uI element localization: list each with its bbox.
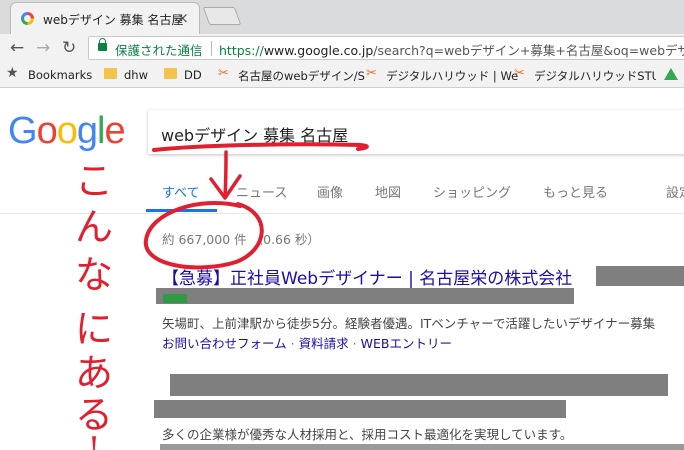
browser-tab[interactable]: webデザイン 募集 名古屋 × — [10, 2, 200, 34]
close-tab-icon[interactable]: × — [176, 9, 189, 27]
url-text[interactable]: https://www.google.co.jp/search?q=webデザイ… — [219, 40, 684, 59]
google-drive-icon[interactable] — [664, 68, 678, 80]
browser-window: webデザイン 募集 名古屋 × ← → ↻ 保護された通信 https://w… — [0, 0, 684, 450]
google-logo[interactable]: Google — [8, 110, 126, 153]
logo-letter: e — [104, 110, 125, 152]
redaction-block — [160, 444, 684, 450]
star-icon: ★ — [6, 65, 19, 81]
back-arrow-icon[interactable]: ← — [10, 38, 24, 58]
bookmarks-bar: ★ Bookmarks dhw DD ✂ 名古屋のwebデザイン/S ✂ デジタ… — [0, 62, 684, 88]
redaction-block — [170, 374, 668, 396]
url-host: www.google.co.jp — [263, 43, 374, 58]
tab-maps[interactable]: 地図 — [375, 182, 401, 201]
redaction-block — [154, 400, 566, 418]
tab-strip: webデザイン 募集 名古屋 × — [0, 0, 684, 34]
logo-letter: g — [76, 110, 98, 152]
logo-letter: o — [36, 110, 58, 152]
digital-hollywood-icon: ✂ — [514, 66, 525, 81]
bookmark-item-dh-studio[interactable]: デジタルハリウッドSTUDIO — [534, 68, 656, 84]
annotation-char: ! — [87, 431, 101, 450]
lock-icon — [98, 38, 107, 51]
logo-letter: o — [56, 110, 78, 152]
toolbar: ← → ↻ 保護された通信 https://www.google.co.jp/s… — [0, 34, 684, 62]
result-url-badge — [163, 294, 187, 303]
bookmark-item-dd[interactable]: DD — [184, 68, 202, 82]
sitelink-separator: · — [352, 336, 357, 351]
redaction-block — [596, 266, 684, 286]
logo-letter: G — [8, 110, 38, 152]
sitelink-web-entry[interactable]: WEBエントリー — [361, 336, 452, 351]
result-snippet: 多くの企業様が優秀な人材採用と、採用コスト最適化を実現しています。 — [162, 427, 573, 442]
folder-icon — [104, 68, 117, 79]
bookmark-item-nagoya-web[interactable]: 名古屋のwebデザイン/S — [238, 68, 365, 84]
new-tab-button[interactable] — [202, 7, 242, 25]
folder-icon — [164, 68, 177, 79]
google-favicon-icon — [21, 12, 34, 25]
sitelink-contact[interactable]: お問い合わせフォーム — [162, 336, 287, 351]
annotation-char: あ — [74, 351, 113, 395]
tab-more[interactable]: もっと見る — [543, 182, 608, 201]
bookmark-item-dhw[interactable]: dhw — [124, 68, 148, 82]
reload-icon[interactable]: ↻ — [62, 38, 76, 58]
tab-images[interactable]: 画像 — [317, 182, 343, 201]
annotation-char: な — [74, 253, 113, 297]
result-stats: 約 667,000 件 （0.66 秒） — [162, 232, 320, 247]
search-query[interactable]: webデザイン 募集 名古屋 — [161, 122, 348, 146]
bookmark-item-dh-web[interactable]: デジタルハリウッド | We — [386, 68, 518, 84]
url-prefix: https:// — [219, 43, 264, 58]
forward-arrow-icon[interactable]: → — [36, 38, 50, 58]
sitelink-separator: · — [290, 336, 295, 351]
tab-news[interactable]: ニュース — [236, 182, 287, 201]
url-path: /search?q=webデザイン+募集+名古屋&oq=webデザイン — [373, 43, 684, 58]
result-sitelinks: お問い合わせフォーム · 資料請求 · WEBエントリー — [162, 333, 452, 352]
active-tab-indicator — [146, 209, 217, 212]
address-separator — [211, 41, 212, 56]
tab-settings[interactable]: 設定 — [666, 182, 684, 201]
sitelink-brochure[interactable]: 資料請求 — [299, 336, 349, 351]
annotation-char: に — [74, 307, 113, 351]
digital-hollywood-icon: ✂ — [218, 66, 229, 81]
secure-label: 保護された通信 — [115, 43, 203, 58]
digital-hollywood-icon: ✂ — [366, 66, 377, 81]
annotation-char: ん — [74, 205, 113, 249]
tab-all[interactable]: すべて — [162, 182, 200, 201]
tab-title: webデザイン 募集 名古屋 — [43, 13, 184, 27]
annotation-char: こ — [74, 159, 113, 203]
redaction-block — [156, 288, 574, 304]
address-bar[interactable]: 保護された通信 https://www.google.co.jp/search?… — [88, 36, 684, 60]
bookmark-item-bookmarks[interactable]: Bookmarks — [28, 68, 92, 82]
result-title[interactable]: 【急募】正社員Webデザイナー | 名古屋栄の株式会社 — [162, 264, 572, 289]
tab-shopping[interactable]: ショッピング — [433, 182, 511, 201]
result-snippet: 矢場町、上前津駅から徒歩5分。経験者優遇。ITベンチャーで活躍したいデザイナー募… — [162, 316, 656, 331]
